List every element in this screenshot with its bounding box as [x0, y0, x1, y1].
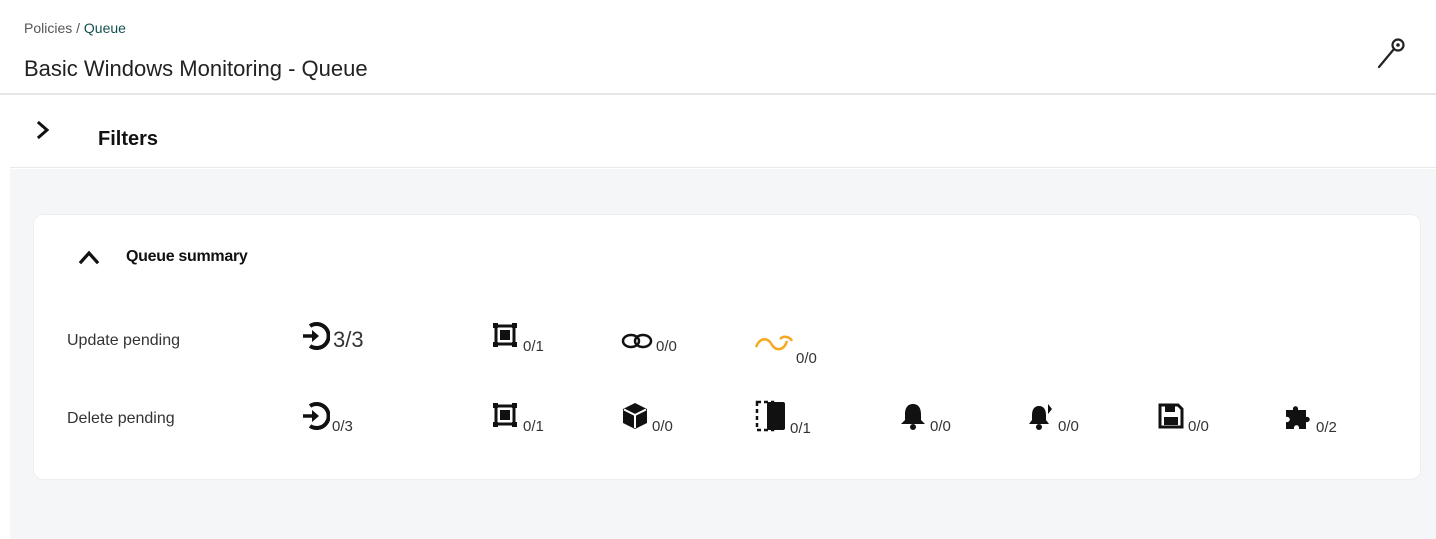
delete-pending-label: Delete pending: [67, 410, 175, 427]
enter-icon: [300, 401, 330, 431]
update-count-policies: 3/3: [333, 327, 364, 352]
collection-icon: [754, 399, 788, 433]
breadcrumb-policies[interactable]: Policies: [24, 20, 72, 36]
delete-item-save: 0/0: [1156, 401, 1209, 435]
wrench-icon[interactable]: [1371, 34, 1411, 74]
delete-count-collection: 0/1: [790, 420, 811, 437]
chevron-up-icon[interactable]: [76, 247, 102, 267]
bell-action-icon: [1026, 401, 1056, 431]
floppy-icon: [1156, 401, 1186, 431]
links-orange-icon: [754, 333, 794, 353]
chevron-right-icon[interactable]: [34, 118, 54, 142]
delete-count-cube: 0/0: [652, 418, 673, 435]
delete-item-cube: 0/0: [620, 401, 673, 435]
update-count-modules: 0/1: [523, 338, 544, 355]
delete-item-collection: 0/1: [754, 399, 811, 437]
delete-count-alert-actions: 0/0: [1058, 418, 1079, 435]
page-title: Basic Windows Monitoring - Queue: [24, 56, 368, 81]
filters-label[interactable]: Filters: [98, 128, 158, 151]
delete-count-policies: 0/3: [332, 418, 353, 435]
puzzle-icon: [1282, 400, 1314, 432]
update-count-links-2: 0/0: [796, 350, 817, 367]
bell-icon: [898, 401, 928, 431]
delete-count-alerts: 0/0: [930, 418, 951, 435]
breadcrumb: Policies / Queue: [24, 20, 126, 36]
update-count-links: 0/0: [656, 338, 677, 355]
update-item-modules: 0/1: [489, 319, 544, 355]
cube-icon: [620, 401, 650, 431]
update-item-policies: 3/3: [300, 321, 364, 352]
breadcrumb-separator: /: [76, 20, 81, 36]
module-icon: [489, 319, 521, 351]
delete-item-alert-actions: 0/0: [1026, 401, 1079, 435]
queue-summary-title[interactable]: Queue summary: [126, 248, 248, 266]
links-icon: [620, 331, 654, 351]
delete-count-modules: 0/1: [523, 418, 544, 435]
delete-count-plugins: 0/2: [1316, 419, 1337, 436]
delete-item-plugins: 0/2: [1282, 400, 1337, 436]
filters-bar[interactable]: Filters: [10, 96, 1436, 168]
delete-count-save: 0/0: [1188, 418, 1209, 435]
update-item-links-2: 0/0: [754, 333, 817, 367]
update-item-links: 0/0: [620, 331, 677, 355]
module-icon: [489, 399, 521, 431]
delete-item-policies: 0/3: [300, 401, 353, 435]
update-pending-label: Update pending: [67, 332, 180, 349]
queue-summary-card: Queue summary Update pending 3/3 0/1 0/0…: [33, 214, 1421, 480]
breadcrumb-queue[interactable]: Queue: [84, 20, 126, 36]
enter-icon: [300, 321, 330, 351]
page-header: Policies / Queue Basic Windows Monitorin…: [0, 0, 1436, 95]
delete-item-modules: 0/1: [489, 399, 544, 435]
delete-item-alerts: 0/0: [898, 401, 951, 435]
